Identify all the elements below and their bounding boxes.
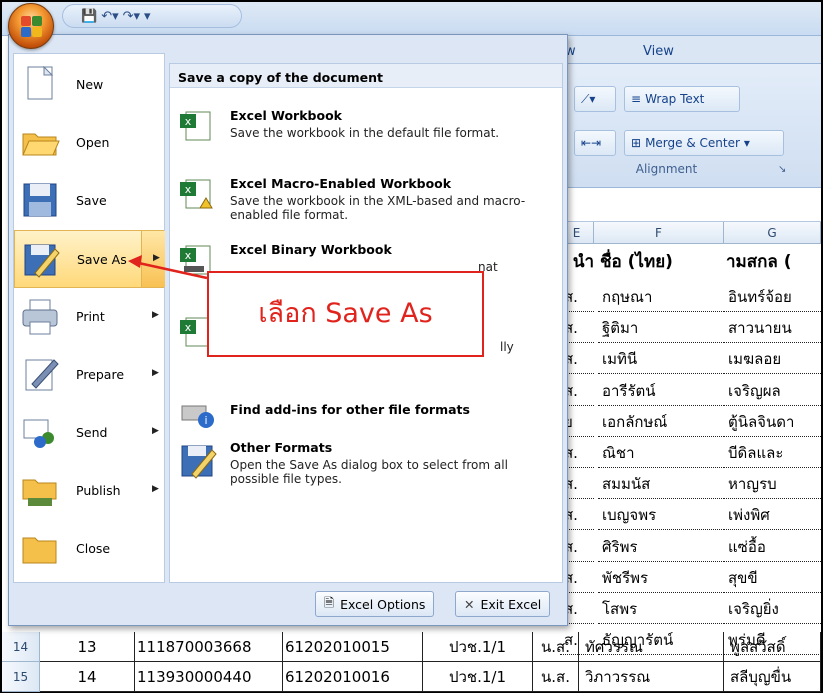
callout-arrow <box>128 255 208 280</box>
